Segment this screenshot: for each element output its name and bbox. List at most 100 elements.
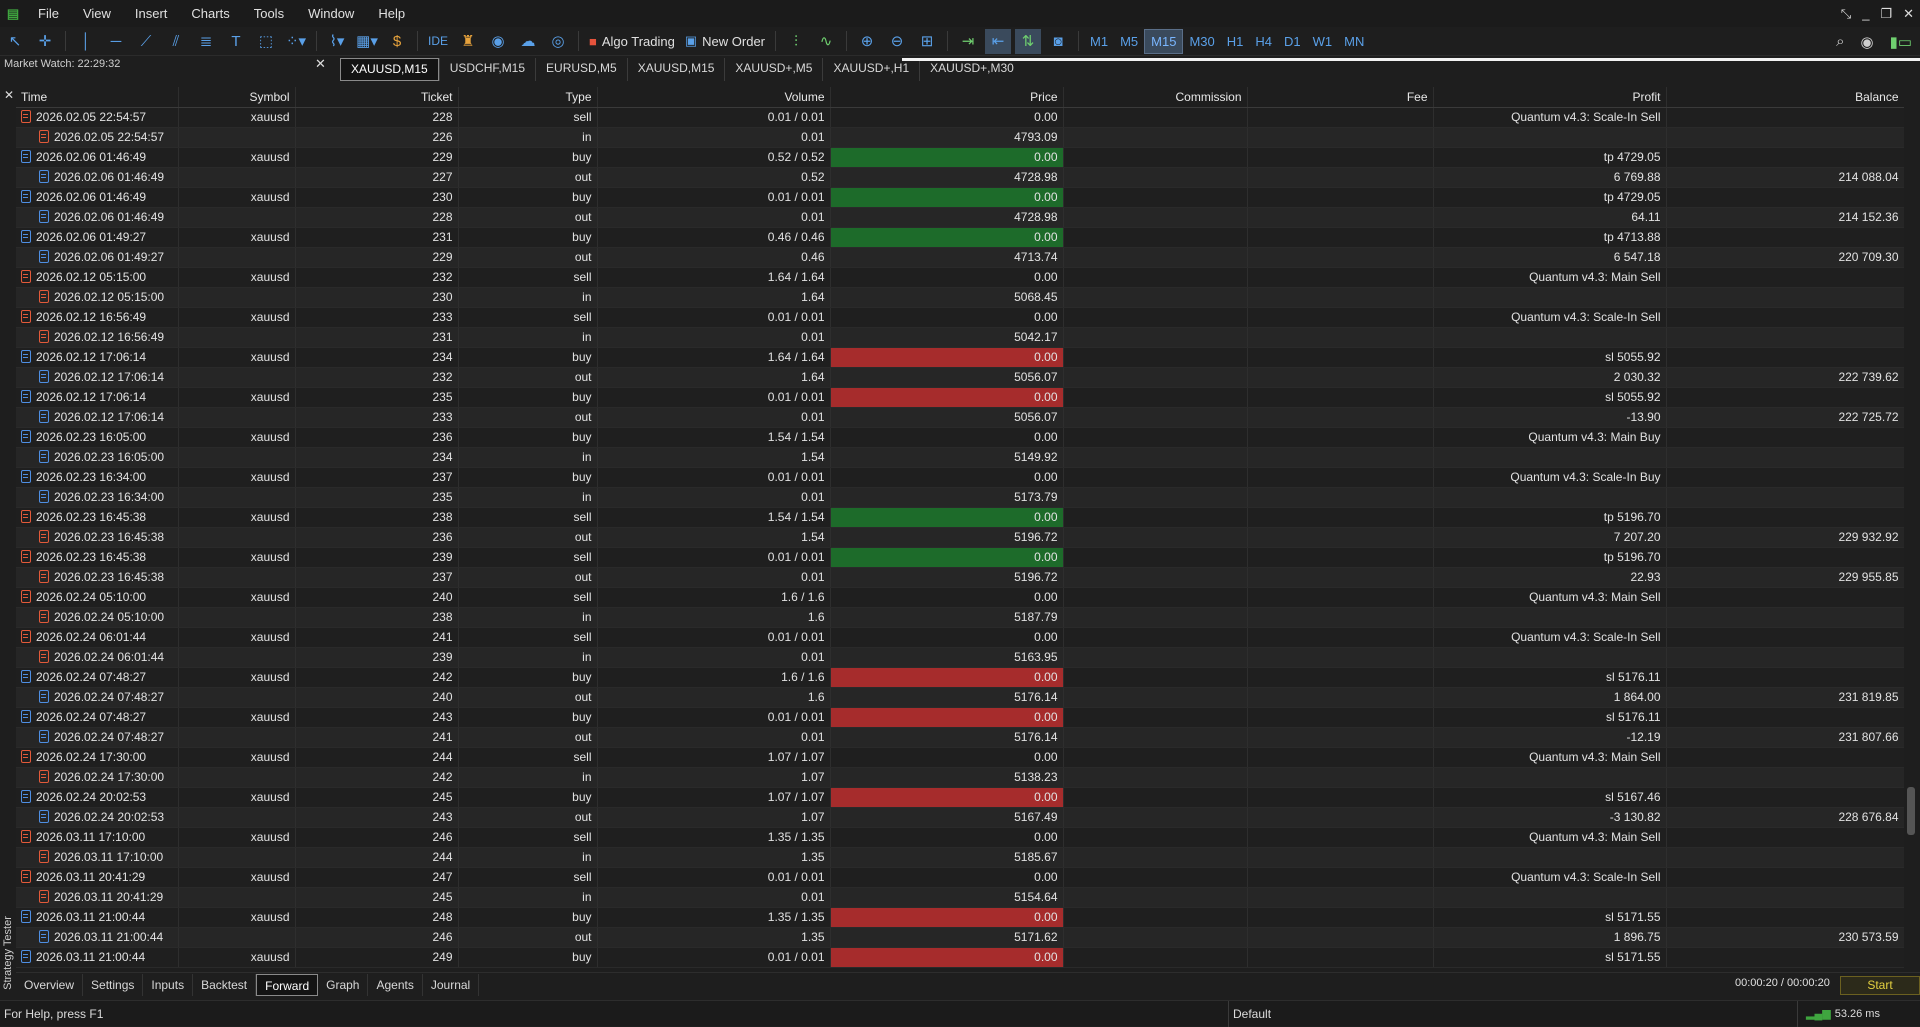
order-row[interactable]: 2026.02.05 22:54:57 xauusd 228 sell 0.01 / 0…	[16, 107, 1904, 128]
tester-close-icon[interactable]: ✕	[2, 88, 16, 104]
order-row[interactable]: 2026.03.11 21:00:44 xauusd 249 buy 0.01 / 0.…	[16, 947, 1904, 968]
close-icon[interactable]: ✕	[1903, 6, 1914, 22]
tab-overview[interactable]: Overview	[16, 973, 84, 996]
trade-levels-icon[interactable]: ⇅	[1015, 28, 1042, 54]
menu-file[interactable]: File	[26, 0, 71, 27]
deal-row[interactable]: 2026.02.24 05:10:00 238 in 1.6 5187.79	[16, 607, 1904, 628]
start-button[interactable]: Start	[1840, 976, 1920, 995]
tile-windows-icon[interactable]: ⊞	[914, 29, 940, 54]
deal-row[interactable]: 2026.02.05 22:54:57 226 in 0.01 4793.09	[16, 127, 1904, 148]
timeframe-mn[interactable]: MN	[1338, 29, 1370, 54]
menu-insert[interactable]: Insert	[123, 0, 180, 27]
deal-row[interactable]: 2026.02.24 07:48:27 241 out 0.01 5176.14 -12.…	[16, 727, 1904, 748]
order-row[interactable]: 2026.02.23 16:05:00 xauusd 236 buy 1.54 / 1.…	[16, 427, 1904, 448]
community-icon[interactable]: ◎	[545, 29, 571, 54]
algo-trading-button[interactable]: ■ Algo Trading	[584, 29, 680, 54]
deal-row[interactable]: 2026.02.06 01:46:49 228 out 0.01 4728.98 64.1…	[16, 207, 1904, 228]
deal-row[interactable]: 2026.02.12 17:06:14 232 out 1.64 5056.07 2 03…	[16, 367, 1904, 388]
chart-tab[interactable]: EURUSD,M5	[535, 58, 627, 81]
timeframe-h1[interactable]: H1	[1221, 29, 1250, 54]
chart-tab[interactable]: USDCHF,M15	[438, 58, 535, 81]
order-row[interactable]: 2026.02.12 17:06:14 xauusd 235 buy 0.01 / 0.…	[16, 387, 1904, 408]
deal-row[interactable]: 2026.02.23 16:45:38 237 out 0.01 5196.72 22.9…	[16, 567, 1904, 588]
timeframe-d1[interactable]: D1	[1278, 29, 1307, 54]
tab-backtest[interactable]: Backtest	[193, 973, 257, 996]
new-order-button[interactable]: ▣ New Order	[680, 29, 770, 54]
order-row[interactable]: 2026.02.24 17:30:00 xauusd 244 sell 1.07 / 1…	[16, 747, 1904, 768]
deal-row[interactable]: 2026.02.24 17:30:00 242 in 1.07 5138.23	[16, 767, 1904, 788]
order-row[interactable]: 2026.02.23 16:45:38 xauusd 239 sell 0.01 / 0…	[16, 547, 1904, 568]
order-row[interactable]: 2026.02.06 01:49:27 xauusd 231 buy 0.46 / 0.…	[16, 227, 1904, 248]
chart-tab[interactable]: XAUUSD,M15	[340, 58, 439, 81]
deal-row[interactable]: 2026.03.11 17:10:00 244 in 1.35 5185.67	[16, 847, 1904, 868]
deal-row[interactable]: 2026.02.23 16:34:00 235 in 0.01 5173.79	[16, 487, 1904, 508]
chart-shift-icon[interactable]: ⇤	[985, 28, 1012, 54]
order-row[interactable]: 2026.03.11 21:00:44 xauusd 248 buy 1.35 / 1.…	[16, 907, 1904, 928]
signal-strength-icon[interactable]: ▮▭	[1890, 33, 1912, 51]
fibonacci-icon[interactable]: ≣	[193, 29, 219, 54]
deal-row[interactable]: 2026.02.12 17:06:14 233 out 0.01 5056.07 -13.…	[16, 407, 1904, 428]
timeframe-w1[interactable]: W1	[1307, 29, 1339, 54]
order-row[interactable]: 2026.02.23 16:45:38 xauusd 238 sell 1.54 / 1…	[16, 507, 1904, 528]
zoom-out-icon[interactable]: ⊖	[884, 29, 910, 54]
objects-dropdown-icon[interactable]: ⁘▾	[283, 29, 309, 54]
order-row[interactable]: 2026.02.24 07:48:27 xauusd 242 buy 1.6 / 1.6…	[16, 667, 1904, 688]
restore-icon[interactable]: ❐	[1880, 6, 1892, 22]
deal-row[interactable]: 2026.02.12 05:15:00 230 in 1.64 5068.45	[16, 287, 1904, 308]
tab-graph[interactable]: Graph	[318, 973, 369, 996]
chart-type-icon[interactable]: ⌇▾	[324, 29, 350, 54]
col-header-profit[interactable]: Profit	[1433, 87, 1667, 108]
deal-row[interactable]: 2026.02.12 16:56:49 231 in 0.01 5042.17	[16, 327, 1904, 348]
vps-cloud-icon[interactable]: ☁	[515, 29, 541, 54]
col-header-balance[interactable]: Balance	[1666, 87, 1904, 108]
market-bag-icon[interactable]: ♜	[455, 29, 481, 54]
deal-row[interactable]: 2026.02.24 20:02:53 243 out 1.07 5167.49 -3 1…	[16, 807, 1904, 828]
deal-row[interactable]: 2026.03.11 21:00:44 246 out 1.35 5171.62 1 89…	[16, 927, 1904, 948]
deal-row[interactable]: 2026.02.06 01:49:27 229 out 0.46 4713.74 6 54…	[16, 247, 1904, 268]
status-ping[interactable]: ▂▄▆ 53.26 ms	[1806, 1007, 1880, 1020]
channel-icon[interactable]: ⫽	[163, 29, 189, 54]
chart-tab[interactable]: XAUUSD+,M5	[724, 58, 822, 81]
chart-tab[interactable]: XAUUSD,M15	[626, 58, 725, 81]
vertical-line-icon[interactable]: │	[73, 29, 99, 54]
signals-icon[interactable]: ◉	[485, 29, 511, 54]
timeframe-m5[interactable]: M5	[1114, 29, 1144, 54]
order-row[interactable]: 2026.02.24 20:02:53 xauusd 245 buy 1.07 / 1.…	[16, 787, 1904, 808]
chart-tab[interactable]: XAUUSD+,M30	[919, 58, 1024, 81]
deal-row[interactable]: 2026.02.06 01:46:49 227 out 0.52 4728.98 6 76…	[16, 167, 1904, 188]
status-profile[interactable]: Default	[1228, 1001, 1798, 1027]
col-header-symbol[interactable]: Symbol	[178, 87, 296, 108]
deal-row[interactable]: 2026.03.11 20:41:29 245 in 0.01 5154.64	[16, 887, 1904, 908]
deal-row[interactable]: 2026.02.24 06:01:44 239 in 0.01 5163.95	[16, 647, 1904, 668]
autoscroll-icon[interactable]: ⇥	[955, 29, 981, 54]
order-row[interactable]: 2026.02.06 01:46:49 xauusd 230 buy 0.01 / 0.…	[16, 187, 1904, 208]
account-icon[interactable]: ◉	[1860, 33, 1873, 51]
col-header-ticket[interactable]: Ticket	[295, 87, 459, 108]
timeframe-m30[interactable]: M30	[1183, 29, 1220, 54]
order-row[interactable]: 2026.03.11 20:41:29 xauusd 247 sell 0.01 / 0…	[16, 867, 1904, 888]
order-row[interactable]: 2026.02.06 01:46:49 xauusd 229 buy 0.52 / 0.…	[16, 147, 1904, 168]
fullscreen-icon[interactable]: ⤡	[1841, 6, 1851, 22]
menu-tools[interactable]: Tools	[242, 0, 296, 27]
order-row[interactable]: 2026.02.24 06:01:44 xauusd 241 sell 0.01 / 0…	[16, 627, 1904, 648]
order-row[interactable]: 2026.02.24 07:48:27 xauusd 243 buy 0.01 / 0.…	[16, 707, 1904, 728]
order-row[interactable]: 2026.02.12 05:15:00 xauusd 232 sell 1.64 / 1…	[16, 267, 1904, 288]
menu-view[interactable]: View	[71, 0, 123, 27]
order-row[interactable]: 2026.02.23 16:34:00 xauusd 237 buy 0.01 / 0.…	[16, 467, 1904, 488]
dollar-icon[interactable]: $	[384, 29, 410, 54]
shapes-icon[interactable]: ⬚	[253, 29, 279, 54]
menu-help[interactable]: Help	[366, 0, 417, 27]
menu-window[interactable]: Window	[296, 0, 366, 27]
deal-row[interactable]: 2026.02.23 16:05:00 234 in 1.54 5149.92	[16, 447, 1904, 468]
indicators-icon[interactable]: ▦▾	[354, 29, 380, 54]
tab-settings[interactable]: Settings	[83, 973, 144, 996]
col-header-type[interactable]: Type	[458, 87, 598, 108]
deal-row[interactable]: 2026.02.23 16:45:38 236 out 1.54 5196.72 7 20…	[16, 527, 1904, 548]
minimize-icon[interactable]: _	[1862, 6, 1869, 21]
horizontal-line-icon[interactable]: ─	[103, 29, 129, 54]
col-header-price[interactable]: Price	[830, 87, 1064, 108]
timeframe-h4[interactable]: H4	[1249, 29, 1278, 54]
text-icon[interactable]: T	[223, 29, 249, 54]
order-row[interactable]: 2026.02.12 16:56:49 xauusd 233 sell 0.01 / 0…	[16, 307, 1904, 328]
chart-tab[interactable]: XAUUSD+,H1	[822, 58, 919, 81]
